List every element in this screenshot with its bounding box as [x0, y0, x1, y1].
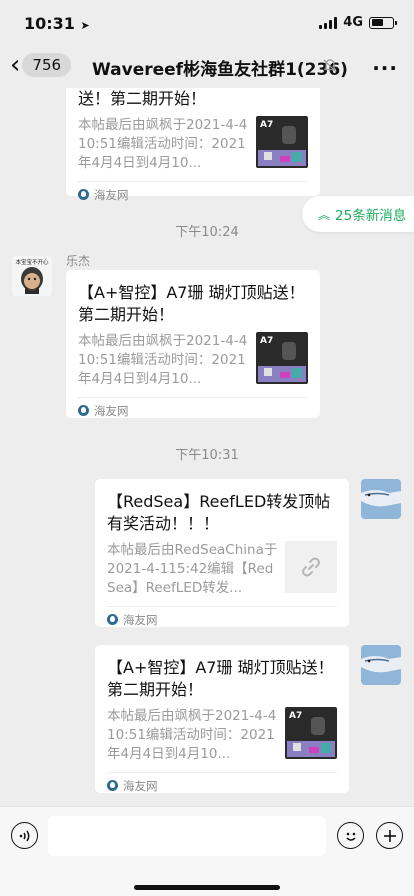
status-bar: 10:31 ➤ 4G — [0, 0, 414, 44]
new-messages-label: 25条新消息 — [335, 208, 407, 224]
product-thumbnail: A7 — [256, 332, 308, 384]
mute-bell-icon — [323, 59, 337, 73]
more-actions-button[interactable] — [376, 822, 403, 849]
voice-icon — [19, 830, 29, 841]
emoji-icon — [345, 832, 356, 841]
chat-message-list[interactable]: 送！第二期开始！ 本帖最后由飒枫于2021-4-410:51编辑活动时间：202… — [0, 88, 414, 806]
status-time: 10:31 ➤ — [24, 14, 90, 33]
card-source: 海友网 — [107, 606, 337, 632]
site-logo-icon — [78, 405, 89, 416]
new-messages-button[interactable]: ︽ 25条新消息 — [302, 196, 414, 232]
thumb-label: A7 — [289, 711, 302, 721]
plus-icon — [383, 829, 396, 842]
location-arrow-icon: ➤ — [80, 19, 90, 32]
unread-count-badge: 756 — [22, 53, 72, 77]
product-thumbnail: A7 — [256, 116, 308, 168]
double-chevron-up-icon: ︽ — [318, 207, 331, 222]
card-title: 【A+智控】A7珊 瑚灯顶贴送！第二期开始！ — [107, 658, 334, 699]
avatar-caption: 本宝宝不开心 — [15, 258, 49, 266]
home-indicator — [134, 885, 280, 890]
card-description: 本帖最后由飒枫于2021-4-410:51编辑活动时间：2021年4月4日到4月… — [107, 708, 277, 762]
link-card[interactable]: 送！第二期开始！ 本帖最后由飒枫于2021-4-410:51编辑活动时间：202… — [66, 88, 320, 202]
avatar[interactable]: 本宝宝不开心 — [12, 256, 52, 296]
site-logo-icon — [107, 614, 118, 625]
signal-icon — [319, 16, 338, 29]
link-card[interactable]: 【RedSea】ReefLED转发顶帖有奖活动！！！ 本帖最后由RedSeaCh… — [95, 479, 349, 627]
self-avatar[interactable] — [361, 645, 401, 685]
voice-input-button[interactable] — [11, 822, 38, 849]
card-description: 本帖最后由飒枫于2021-4-410:51编辑活动时间：2021年4月4日到4月… — [78, 117, 248, 171]
site-logo-icon — [78, 189, 89, 200]
thumb-label: A7 — [260, 120, 273, 130]
site-logo-icon — [107, 780, 118, 791]
card-source: 海友网 — [78, 397, 308, 423]
card-title: 【RedSea】ReefLED转发顶帖有奖活动！！！ — [107, 492, 331, 533]
card-title: 送！第二期开始！ — [78, 89, 207, 108]
source-label: 海友网 — [123, 778, 158, 793]
input-bar — [0, 806, 414, 896]
source-label: 海友网 — [94, 403, 129, 418]
chevron-left-icon: ‹ — [10, 50, 21, 80]
link-thumbnail — [285, 541, 337, 593]
card-source: 海友网 — [107, 772, 337, 798]
link-card[interactable]: 【A+智控】A7珊 瑚灯顶贴送！第二期开始！ 本帖最后由飒枫于2021-4-41… — [95, 645, 349, 793]
card-description: 本帖最后由RedSeaChina于2021-4-115:42编辑【RedSea】… — [107, 542, 278, 596]
back-button[interactable]: ‹ 756 — [10, 50, 72, 80]
sender-name: 乐杰 — [66, 254, 91, 268]
self-avatar[interactable] — [361, 479, 401, 519]
message-input[interactable] — [48, 816, 326, 856]
status-indicators: 4G — [319, 15, 397, 30]
card-title: 【A+智控】A7珊 瑚灯顶贴送！第二期开始！ — [78, 283, 305, 324]
source-label: 海友网 — [123, 612, 158, 627]
source-label: 海友网 — [94, 187, 129, 202]
product-thumbnail: A7 — [285, 707, 337, 759]
battery-icon — [369, 16, 397, 29]
link-icon — [302, 557, 320, 577]
network-label: 4G — [343, 15, 363, 30]
emoji-button[interactable] — [337, 822, 364, 849]
nav-bar: ‹ 756 Wavereef彬海鱼友社群1(236) ··· — [0, 44, 414, 88]
link-card[interactable]: 【A+智控】A7珊 瑚灯顶贴送！第二期开始！ 本帖最后由飒枫于2021-4-41… — [66, 270, 320, 418]
time-separator: 下午10:31 — [175, 448, 239, 463]
card-description: 本帖最后由飒枫于2021-4-410:51编辑活动时间：2021年4月4日到4月… — [78, 333, 248, 387]
card-source: 海友网 — [78, 181, 308, 207]
chat-title: Wavereef彬海鱼友社群1(236) — [92, 60, 348, 80]
more-options-button[interactable]: ··· — [372, 56, 398, 80]
thumb-label: A7 — [260, 336, 273, 346]
